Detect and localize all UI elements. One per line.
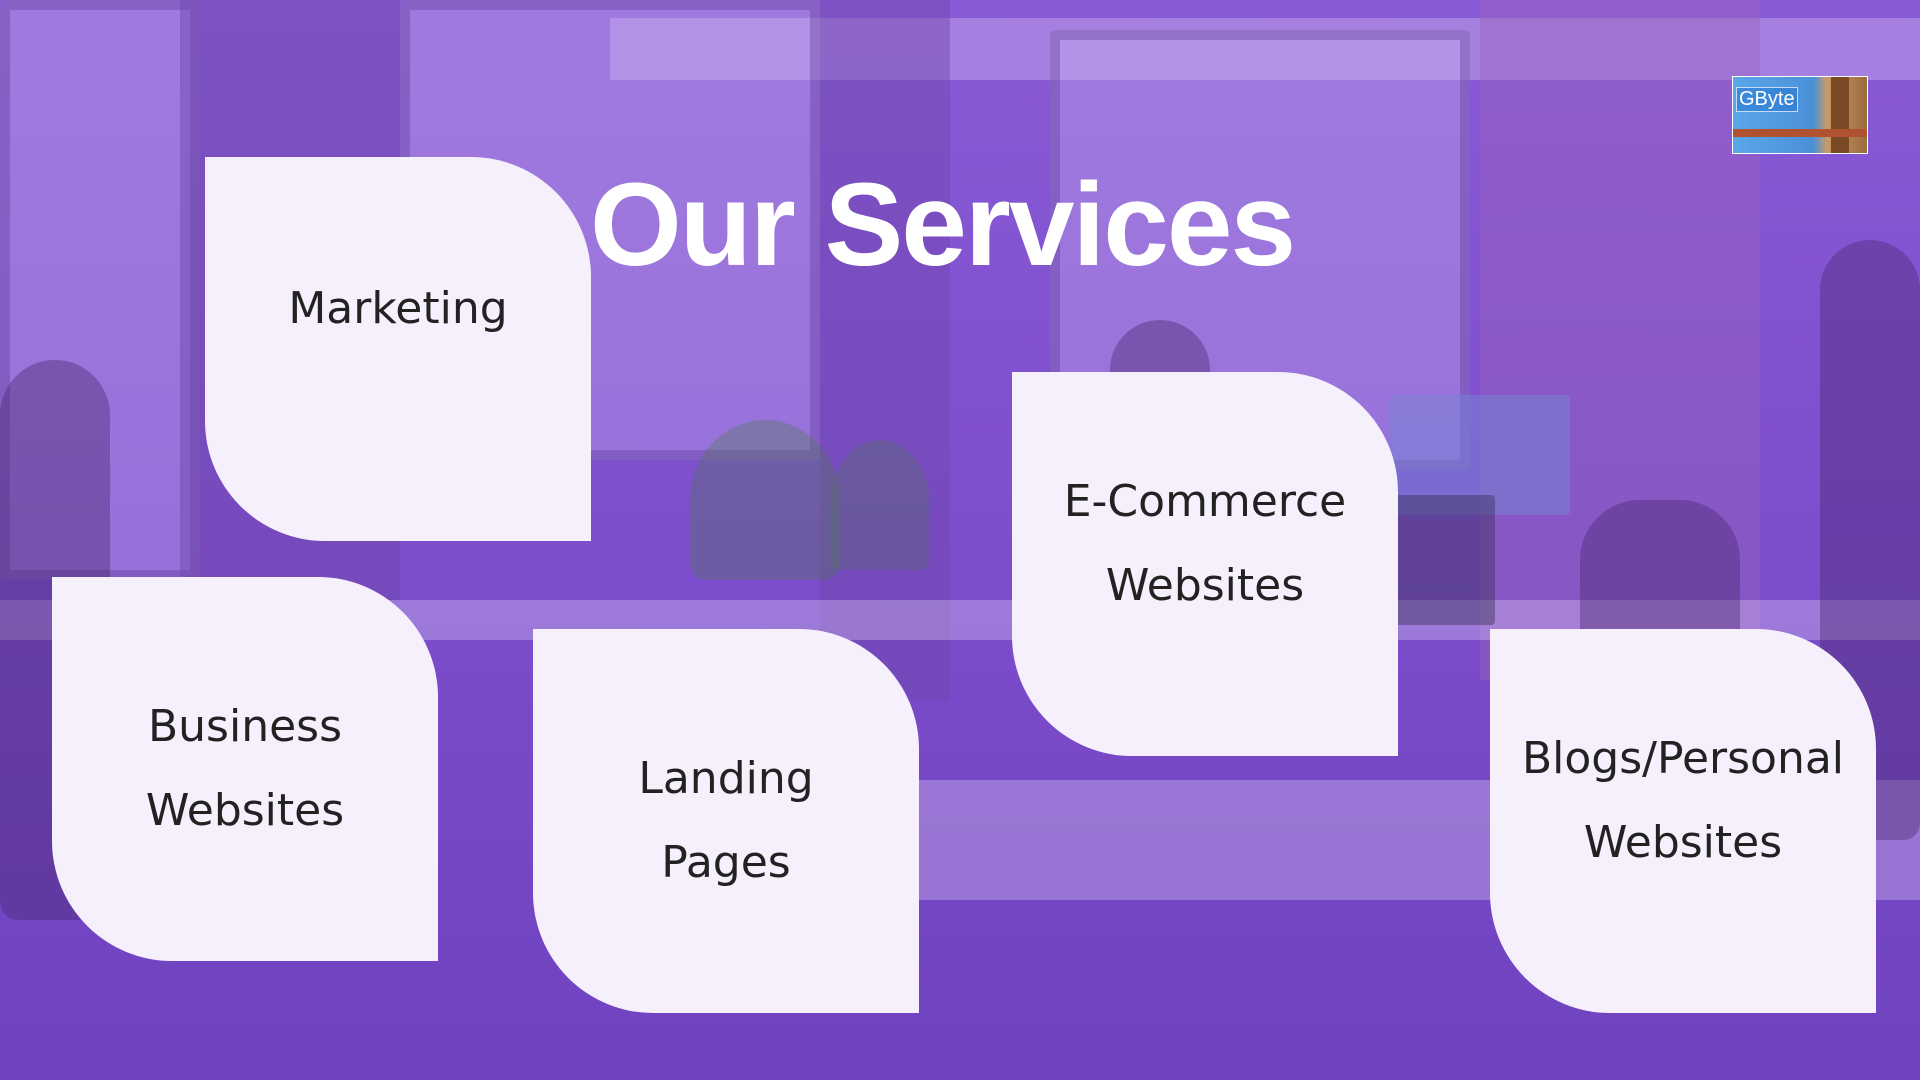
service-label: Marketing xyxy=(288,267,507,351)
service-label: Blogs/Personal Websites xyxy=(1522,717,1844,885)
service-label-line2: Pages xyxy=(661,837,791,888)
gbyte-logo: GByte xyxy=(1732,76,1868,154)
service-card-ecommerce-websites: E-Commerce Websites xyxy=(1012,372,1398,756)
service-card-landing-pages: Landing Pages xyxy=(533,629,919,1013)
page-title: Our Services xyxy=(590,159,1296,291)
service-card-business-websites: Business Websites xyxy=(52,577,438,961)
logo-post xyxy=(1831,77,1849,153)
plant xyxy=(690,420,840,580)
service-label: E-Commerce Websites xyxy=(1064,460,1347,628)
service-label: Landing Pages xyxy=(638,737,813,905)
service-label-line1: Marketing xyxy=(288,283,508,334)
service-label: Business Websites xyxy=(146,685,344,853)
service-label-line1: Business xyxy=(147,701,342,752)
service-card-blogs-personal-websites: Blogs/Personal Websites xyxy=(1490,629,1876,1013)
service-card-marketing: Marketing xyxy=(205,157,591,541)
service-label-line1: Blogs/Personal xyxy=(1521,733,1845,784)
slide: Our Services GByte Marketing Business We… xyxy=(0,0,1920,1080)
logo-text: GByte xyxy=(1736,87,1798,112)
monitor-back xyxy=(1395,495,1495,625)
service-label-line2: Websites xyxy=(145,785,345,836)
service-label-line1: E-Commerce xyxy=(1063,476,1347,527)
service-label-line1: Landing xyxy=(638,753,814,804)
service-label-line2: Websites xyxy=(1583,817,1783,868)
plant-small xyxy=(830,440,930,570)
logo-stripe xyxy=(1733,129,1867,137)
brick-pillar-center xyxy=(820,0,950,700)
service-label-line2: Websites xyxy=(1105,560,1305,611)
